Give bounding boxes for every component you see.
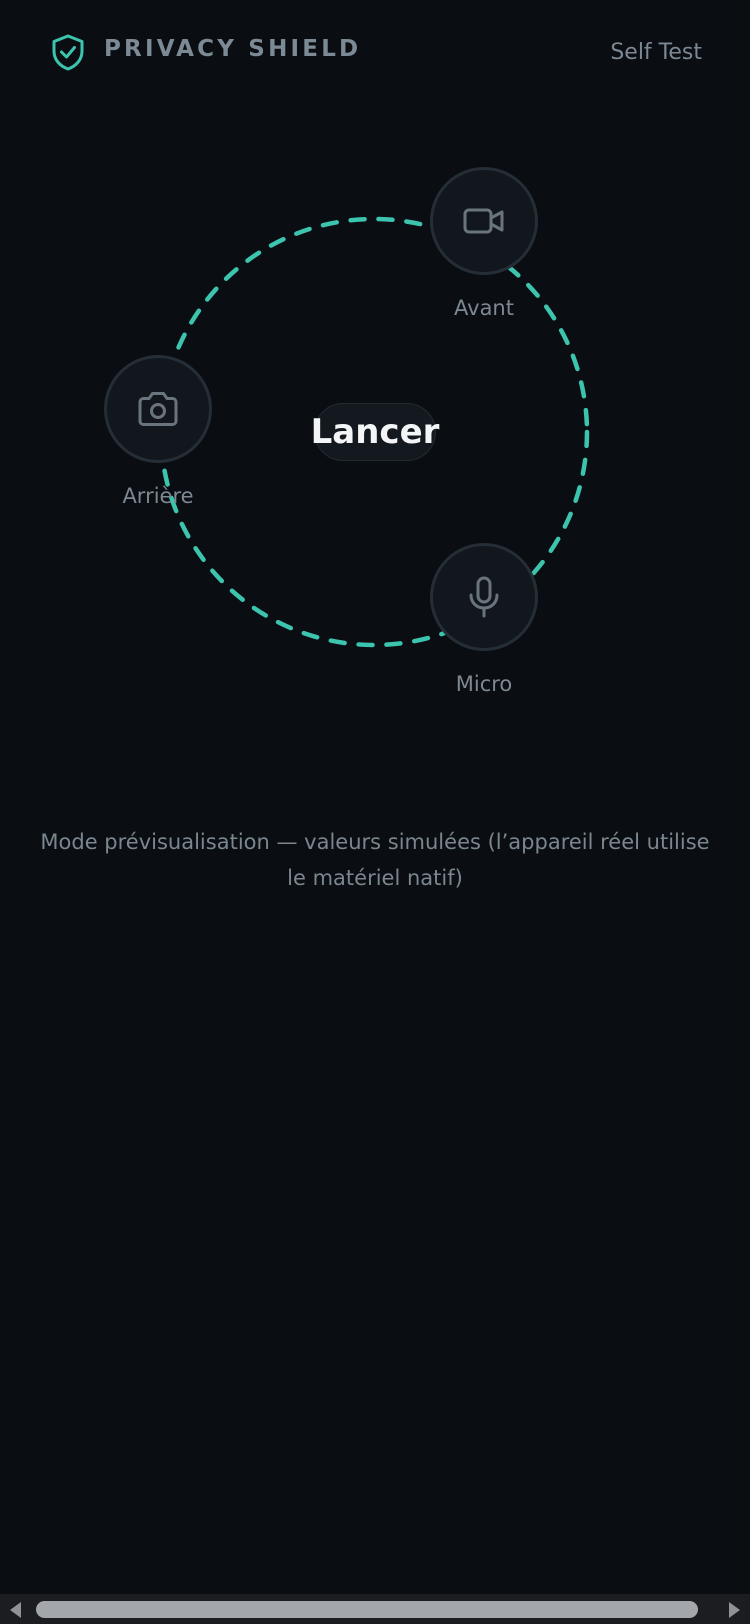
front-camera-label: Avant: [454, 296, 514, 320]
preview-mode-notice: Mode prévisualisation — valeurs simulées…: [40, 830, 710, 890]
video-camera-icon: [463, 208, 504, 234]
rear-camera-label: Arrière: [122, 484, 194, 508]
camera-icon: [138, 392, 178, 426]
horizontal-scrollbar[interactable]: [0, 1594, 750, 1624]
front-camera-button[interactable]: [430, 167, 538, 275]
scrollbar-thumb[interactable]: [36, 1601, 698, 1618]
scroll-right-arrow-icon[interactable]: [729, 1602, 740, 1618]
rear-camera-button[interactable]: [104, 355, 212, 463]
scroll-left-arrow-icon[interactable]: [10, 1602, 21, 1618]
microphone-label: Micro: [455, 672, 513, 696]
launch-button[interactable]: Lancer: [311, 403, 439, 461]
microphone-icon: [469, 576, 499, 618]
microphone-button[interactable]: [430, 543, 538, 651]
